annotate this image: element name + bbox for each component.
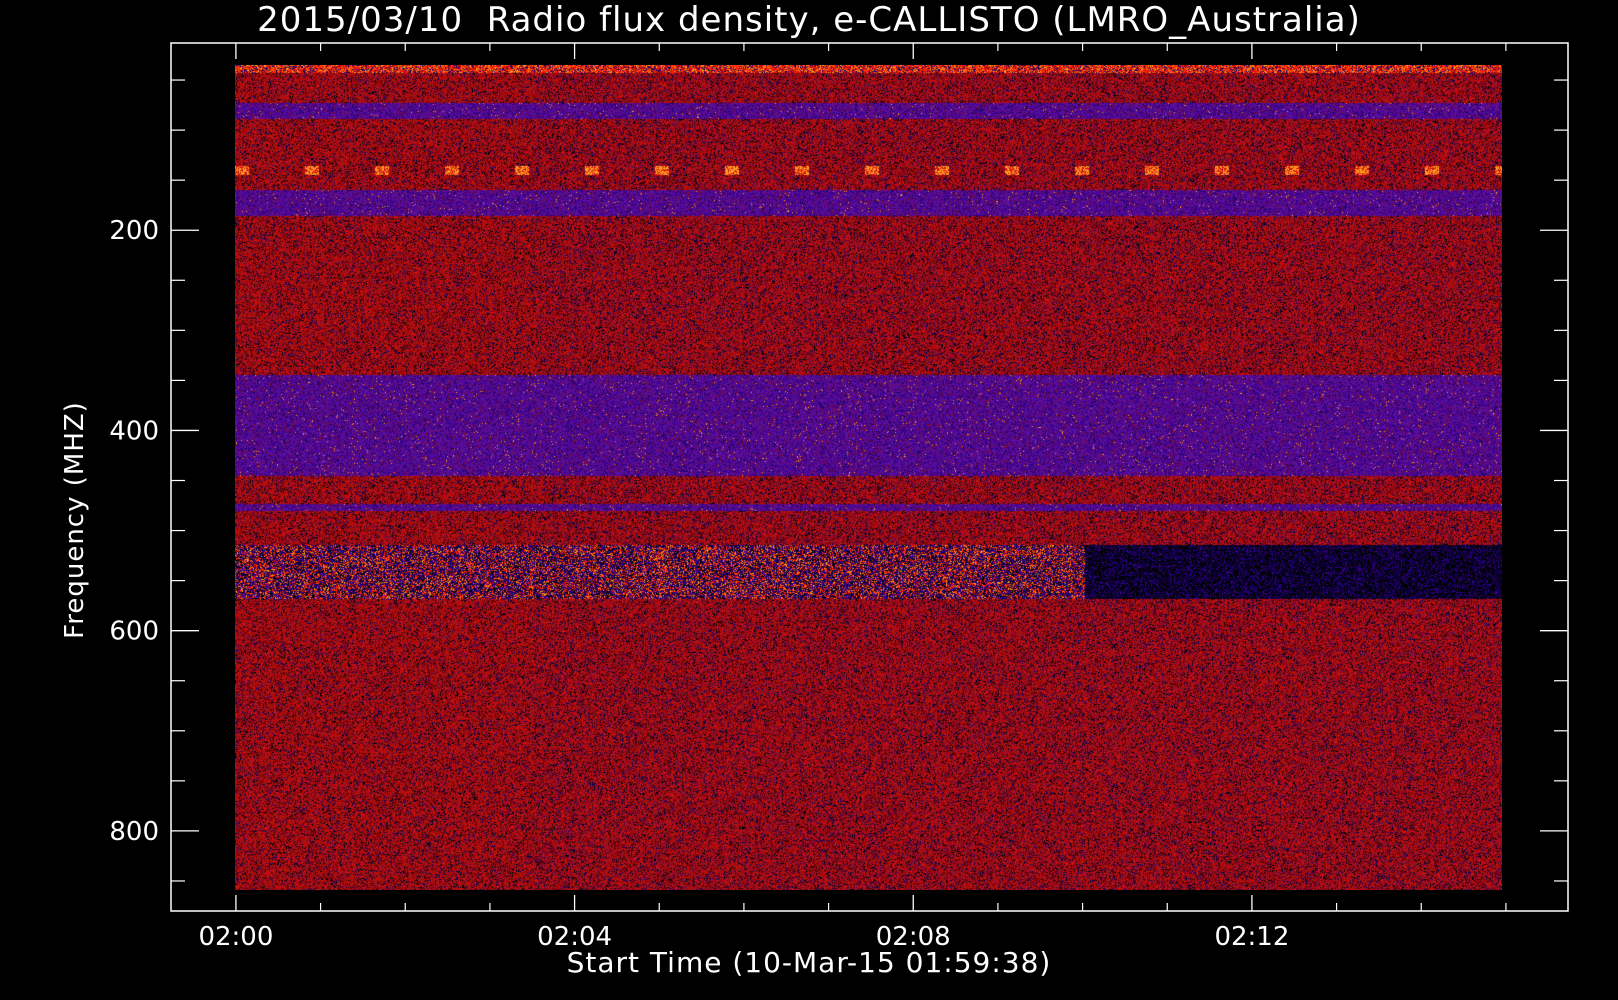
x-axis-label: Start Time (10-Mar-15 01:59:38): [566, 946, 1052, 979]
y-tick-label: 600: [109, 617, 159, 647]
spectrogram-heatmap: [235, 65, 1502, 890]
y-axis-label: Frequency (MHZ): [60, 401, 90, 639]
y-tick-label: 800: [109, 817, 159, 847]
y-tick-label: 400: [109, 416, 159, 446]
y-tick-label: 200: [109, 216, 159, 246]
